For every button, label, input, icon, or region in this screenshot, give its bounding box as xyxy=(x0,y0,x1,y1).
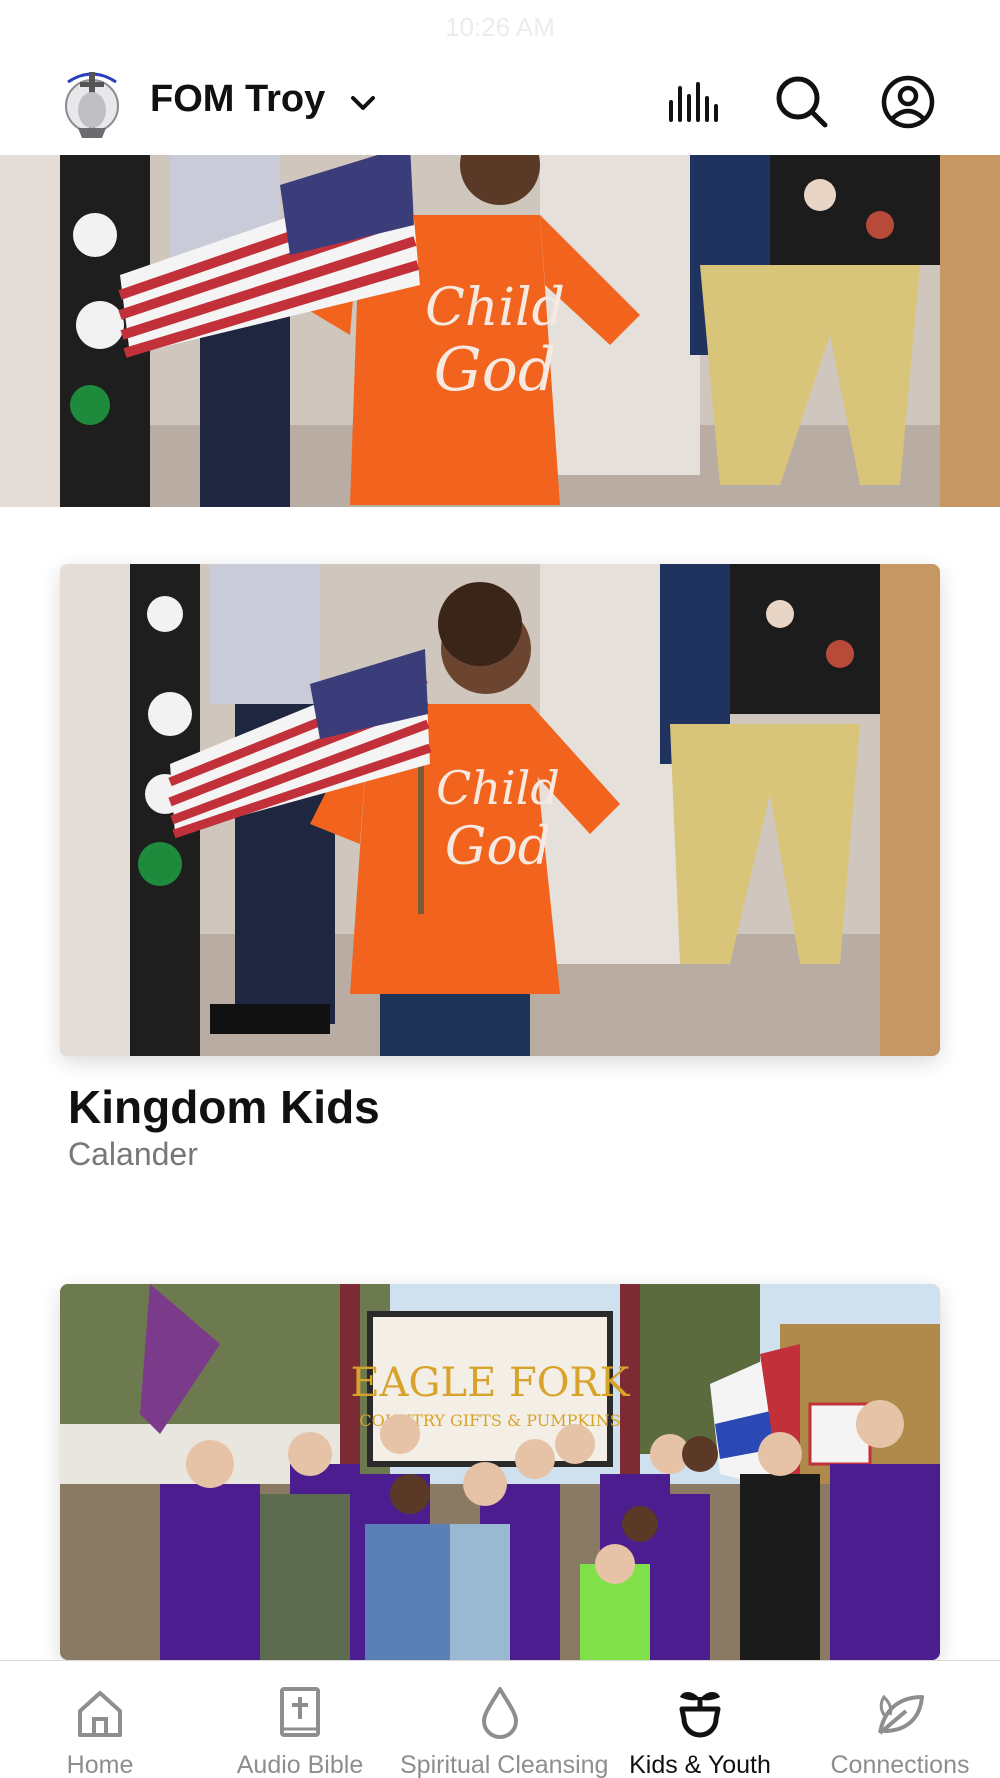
tab-label: Spiritual Cleansing xyxy=(400,1751,609,1778)
youth-group-card-image[interactable]: EAGLE FORK COUNTRY GIFTS & PUMPKINS xyxy=(60,1284,940,1660)
kingdom-kids-card-image[interactable]: Child God xyxy=(60,564,940,1056)
svg-text:Child: Child xyxy=(425,278,565,338)
chart-bars-icon[interactable] xyxy=(666,74,722,130)
card-title[interactable]: Kingdom Kids xyxy=(68,1080,380,1134)
bible-icon xyxy=(270,1683,330,1743)
tab-label: Kids & Youth xyxy=(629,1751,771,1778)
svg-text:God: God xyxy=(434,335,556,405)
status-bar-time: 10:26 AM xyxy=(445,12,555,42)
tab-audio-bible[interactable]: Audio Bible xyxy=(200,1661,400,1778)
sprout-icon xyxy=(670,1683,730,1743)
house-icon xyxy=(70,1683,130,1743)
app-header: FOM Troy xyxy=(0,50,1000,155)
organization-name[interactable]: FOM Troy xyxy=(150,78,325,121)
church-logo[interactable] xyxy=(58,62,126,142)
tab-home[interactable]: Home xyxy=(0,1661,200,1778)
leaf-icon xyxy=(870,1683,930,1743)
tab-connections[interactable]: Connections xyxy=(800,1661,1000,1778)
tab-kids-youth[interactable]: Kids & Youth xyxy=(600,1661,800,1778)
chevron-down-icon[interactable] xyxy=(348,88,378,118)
bottom-tab-bar: Home Audio Bible Spiritual Cleansing Kid… xyxy=(0,1660,1000,1778)
drop-icon xyxy=(470,1683,530,1743)
tab-label: Audio Bible xyxy=(236,1751,364,1778)
account-icon[interactable] xyxy=(880,74,936,130)
svg-text:Child: Child xyxy=(436,761,560,815)
tab-label: Home xyxy=(66,1751,134,1778)
sign-text: EAGLE FORK xyxy=(350,1360,630,1406)
card-subtitle: Calander xyxy=(68,1136,198,1172)
svg-text:God: God xyxy=(445,817,551,877)
search-icon[interactable] xyxy=(774,74,830,130)
tab-spiritual-cleansing[interactable]: Spiritual Cleansing xyxy=(400,1661,609,1778)
hero-banner-image[interactable]: Child God xyxy=(0,155,1000,507)
tab-label: Connections xyxy=(830,1751,970,1778)
